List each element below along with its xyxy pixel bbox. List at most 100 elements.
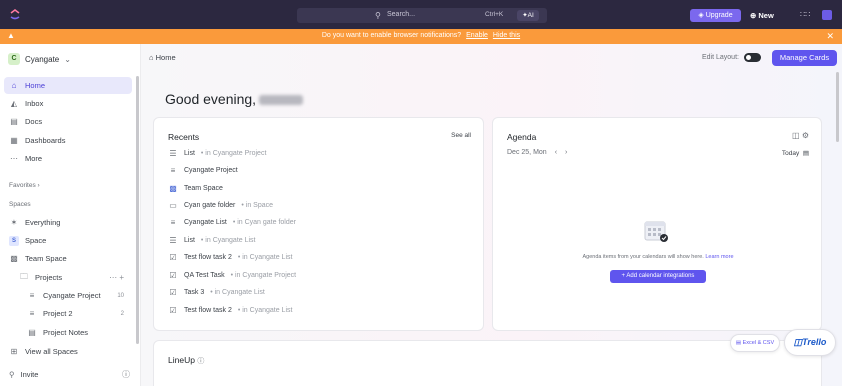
settings-icon[interactable]: ⚙ (802, 131, 809, 140)
hide-link[interactable]: Hide this (493, 32, 520, 39)
recents-card: Recents See all ☰ List • in Cyangate Proje… (153, 117, 484, 331)
doc-icon: ▤ (10, 117, 18, 126)
search-shortcut: Ctrl+K (485, 11, 504, 18)
list-icon: ≡ (29, 291, 35, 300)
lineup-title: LineUp ⓘ (168, 355, 205, 365)
greeting: Good evening, (165, 91, 304, 107)
lineup-card: LineUp ⓘ (153, 340, 822, 386)
item-count: 10 (117, 292, 124, 299)
sidebar-item-project-2[interactable]: ≡ Project 2 2 (22, 305, 132, 322)
task-icon: ☑ (169, 288, 177, 297)
recent-item[interactable]: ▭ Cyan gate folder • in Space (168, 201, 273, 210)
space-badge: S (9, 235, 19, 246)
task-icon: ☑ (169, 271, 177, 280)
doc-icon: ▤ (28, 328, 36, 337)
dashboard-icon: ▦ (10, 136, 18, 145)
learn-more-link[interactable]: Learn more (705, 254, 733, 260)
manage-cards-button[interactable]: Manage Cards (772, 50, 837, 66)
list-icon: ≡ (29, 309, 35, 318)
recents-title: Recents (168, 132, 200, 142)
more-icon: ⋯ (10, 154, 18, 163)
edit-layout: Edit Layout: (702, 53, 761, 62)
apps-grid-icon[interactable]: ∷∷ (800, 10, 810, 19)
notification-message: Do you want to enable browser notificati… (321, 32, 521, 39)
enable-link[interactable]: Enable (466, 32, 488, 39)
agenda-empty-message: Agenda items from your calendars will sh… (582, 254, 734, 260)
see-all-link[interactable]: See all (451, 132, 471, 139)
folder-actions-icon[interactable]: ⋯ + (109, 273, 124, 282)
sidebar-item-space[interactable]: S Space (4, 232, 132, 249)
sidebar-item-home[interactable]: ⌂ Home (4, 77, 132, 94)
list-icon: ☰ (169, 149, 177, 158)
close-icon[interactable]: ✕ (826, 31, 834, 42)
search-bar[interactable]: ⚲ Search... Ctrl+K ✦AI (297, 8, 547, 23)
main-content: ⌂ Home Edit Layout: Manage Cards Good ev… (141, 44, 842, 386)
help-icon[interactable]: ⓘ (122, 369, 130, 380)
sidebar-item-docs[interactable]: ▤ Docs (4, 113, 132, 130)
notification-banner: ▲ Do you want to enable browser notifica… (0, 29, 842, 44)
info-icon: ⓘ (197, 358, 205, 365)
task-icon: ☑ (169, 306, 177, 315)
spaces-header: Spaces (9, 201, 31, 208)
item-count: 2 (120, 310, 124, 317)
agenda-card: Agenda ◫ ⚙ Dec 25, Mon ‹ › Today ▤ Agend… (492, 117, 822, 331)
recent-item[interactable]: ☑ QA Test Task • in Cyangate Project (168, 271, 296, 280)
today-button[interactable]: Today ▤ (782, 149, 809, 157)
agenda-tools: ◫ ⚙ (792, 131, 809, 140)
recent-item[interactable]: ☑ Test flow task 2 • in Cyangate List (168, 253, 292, 262)
recent-item[interactable]: ☑ Test flow task 2 • in Cyangate List (168, 306, 292, 315)
sidebar-item-team-space[interactable]: ▩ Team Space (4, 250, 132, 267)
team-icon: ▩ (10, 254, 18, 263)
edit-layout-toggle[interactable] (743, 53, 761, 62)
calendar-illustration-icon (644, 221, 668, 242)
sidebar-item-inbox[interactable]: ◭ Inbox (4, 95, 132, 112)
agenda-title: Agenda (507, 132, 537, 142)
chevron-down-icon: ⌄ (64, 54, 71, 64)
recent-item[interactable]: ☰ List • in Cyangate List (168, 236, 255, 245)
invite-button[interactable]: ⚲ Invite ⓘ (9, 370, 134, 379)
search-icon: ⚲ (375, 11, 381, 20)
recent-item[interactable]: ≡ Cyangate List • in Cyan gate folder (168, 218, 296, 227)
recent-item[interactable]: ☑ Task 3 • in Cyangate List (168, 288, 264, 297)
sidebar-item-view-all-spaces[interactable]: ⊞ View all Spaces (4, 343, 132, 360)
prev-day-icon[interactable]: ‹ (555, 149, 557, 156)
clickup-logo-icon[interactable] (10, 9, 20, 20)
folder-icon: ▭ (169, 201, 177, 210)
import-excel-button[interactable]: ▤ Excel & CSV (730, 334, 780, 352)
inbox-icon: ◭ (10, 99, 18, 108)
team-icon: ▩ (169, 184, 177, 193)
sidebar-item-dashboards[interactable]: ▦ Dashboards (4, 132, 132, 149)
add-calendar-integrations-button[interactable]: + Add calendar integrations (610, 270, 706, 283)
sidebar-item-project-notes[interactable]: ▤ Project Notes (22, 324, 132, 341)
workspace-switcher[interactable]: C Cyangate ⌄ (8, 52, 71, 66)
top-bar: ⚲ Search... Ctrl+K ✦AI ◈ Upgrade ⊕ New ∷… (0, 0, 842, 29)
favorites-header[interactable]: Favorites › (9, 182, 40, 189)
workspace-name: Cyangate (25, 54, 60, 64)
workspace-avatar: C (8, 53, 20, 65)
sidebar-item-everything[interactable]: ✶ Everything (4, 214, 132, 231)
sidebar-item-more[interactable]: ⋯ More (4, 150, 132, 167)
recent-item[interactable]: ≡ Cyangate Project (168, 166, 244, 175)
sidebar-scrollbar[interactable] (136, 76, 139, 344)
recent-item[interactable]: ▩ Team Space (168, 184, 229, 193)
search-placeholder: Search... (387, 11, 416, 18)
breadcrumb[interactable]: ⌂ Home (149, 53, 176, 62)
list-lines-icon: ≡ (170, 218, 176, 227)
import-trello-button[interactable]: ◫Trello (784, 329, 836, 356)
sidebar-item-projects[interactable]: 🗀 Projects ⋯ + (14, 269, 132, 286)
next-day-icon[interactable]: › (565, 149, 567, 156)
folder-icon: 🗀 (20, 271, 28, 281)
open-icon[interactable]: ◫ (792, 131, 800, 140)
upgrade-button[interactable]: ◈ Upgrade (690, 9, 741, 22)
new-button[interactable]: ⊕ New (750, 9, 774, 22)
user-avatar[interactable] (822, 10, 832, 20)
redacted-username (259, 95, 304, 106)
sidebar-item-cyangate-project[interactable]: ≡ Cyangate Project 10 (22, 287, 132, 304)
home-icon: ⌂ (11, 81, 17, 90)
everything-icon: ✶ (10, 218, 18, 227)
ai-button[interactable]: ✦AI (517, 10, 539, 21)
recent-item[interactable]: ☰ List • in Cyangate Project (168, 149, 266, 158)
sidebar: C Cyangate ⌄ ⌂ Home ◭ Inbox ▤ Docs ▦ Das… (0, 44, 141, 386)
main-scrollbar[interactable] (836, 72, 839, 142)
list-lines-icon: ≡ (170, 166, 176, 175)
